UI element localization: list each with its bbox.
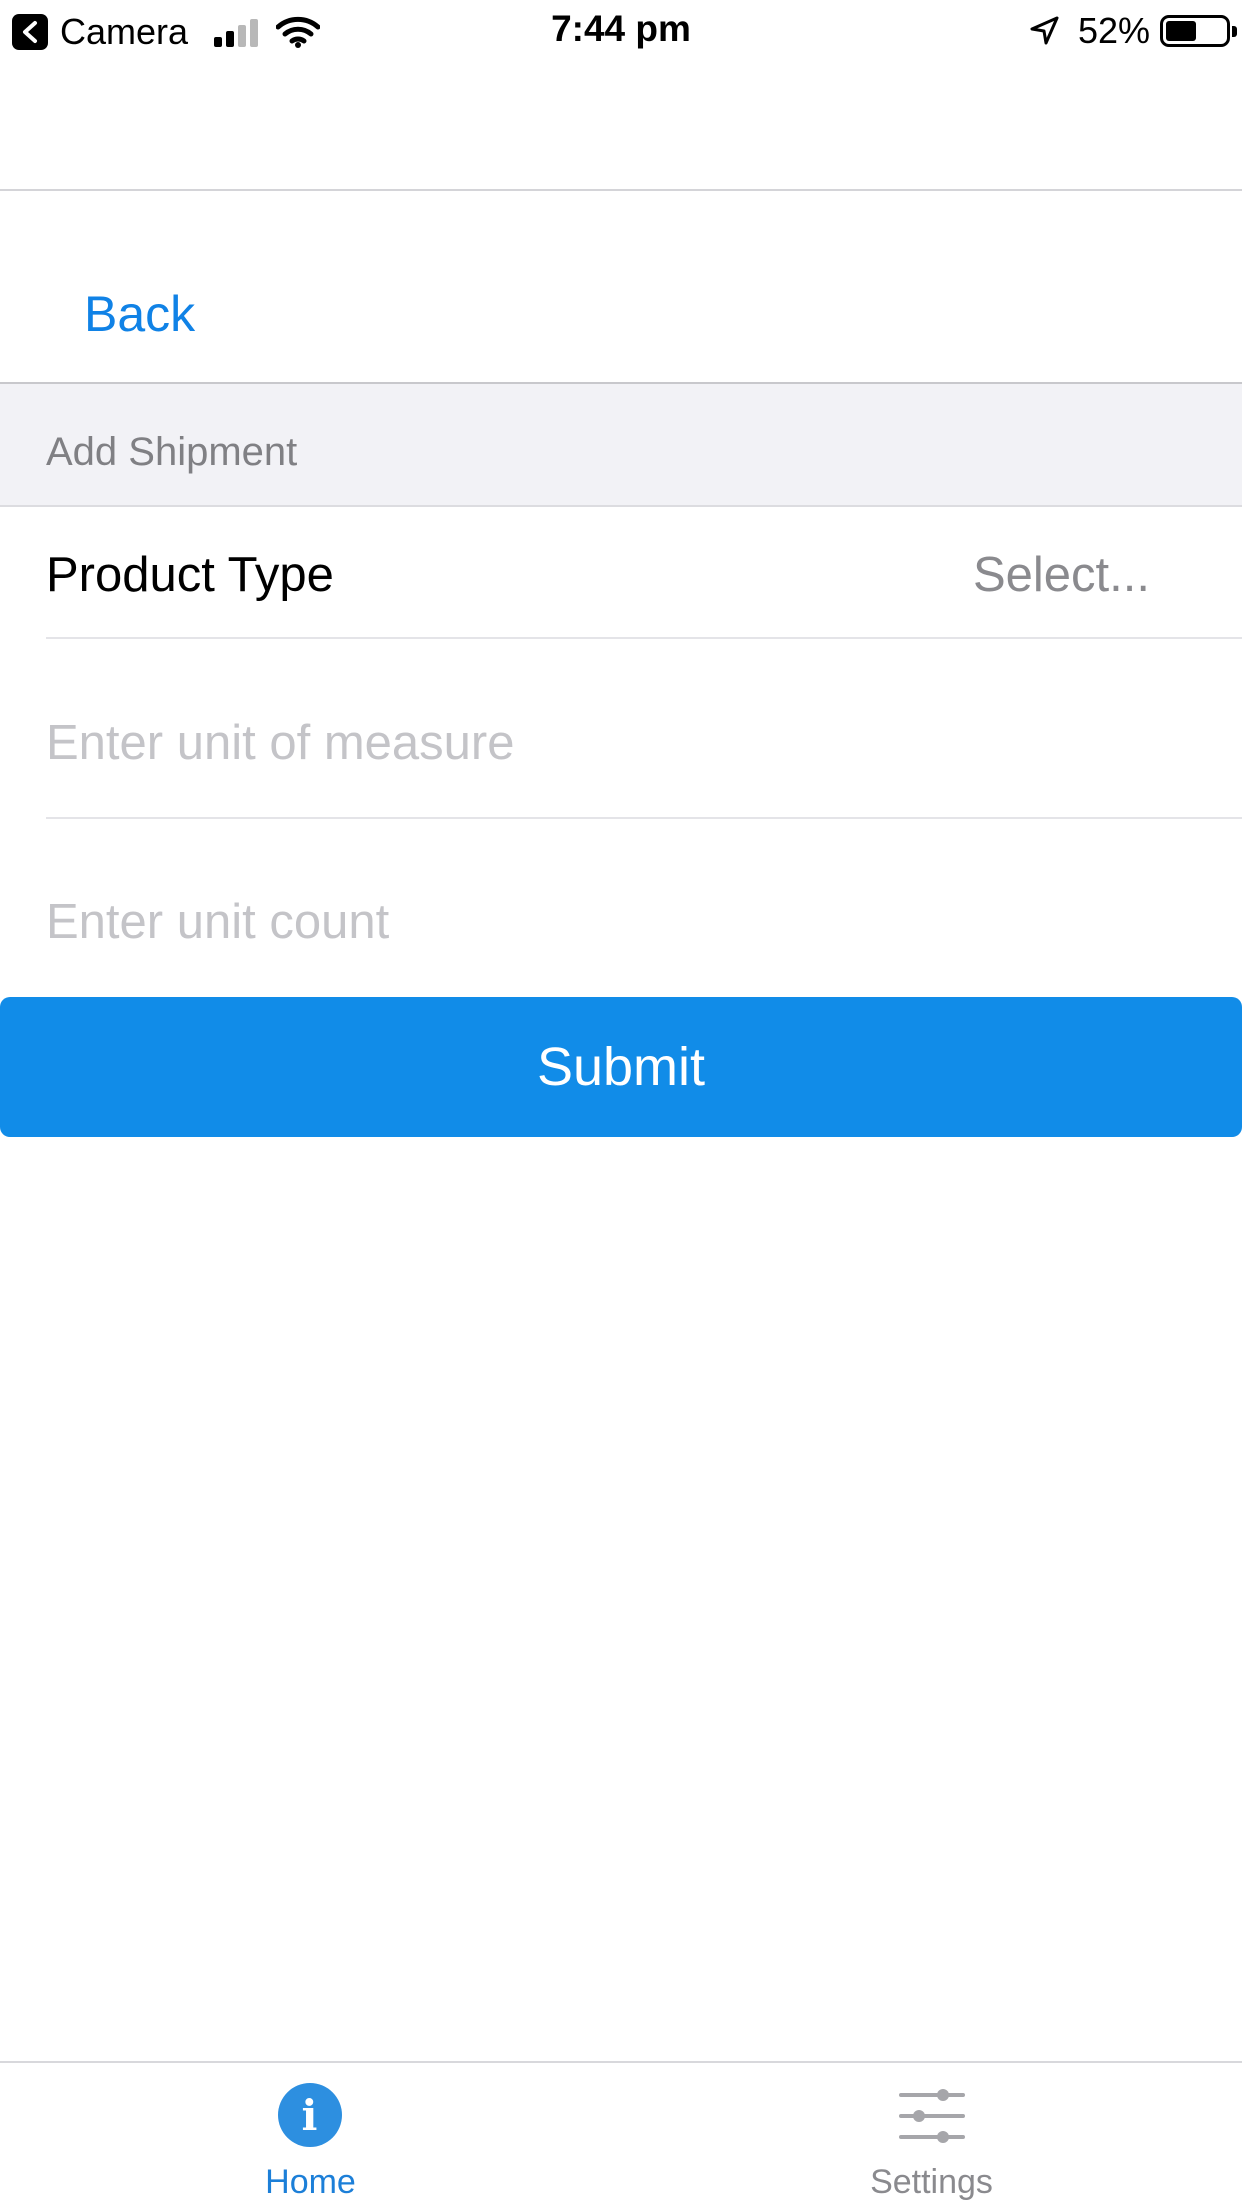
battery-cap	[1232, 26, 1237, 37]
product-type-row[interactable]: Product Type Select...	[0, 507, 1242, 639]
tab-settings[interactable]: Settings	[621, 2063, 1242, 2208]
row-divider	[46, 637, 1242, 639]
unit-of-measure-input[interactable]	[46, 713, 1196, 773]
tab-home-label: Home	[265, 2163, 356, 2201]
back-button[interactable]: Back	[84, 285, 195, 343]
status-right: 52%	[1028, 10, 1237, 52]
section-title: Add Shipment	[46, 430, 298, 474]
product-type-select[interactable]: Select...	[973, 547, 1150, 603]
sliders-icon	[898, 2083, 965, 2149]
submit-button[interactable]: Submit	[0, 997, 1242, 1137]
nav-divider	[0, 189, 1242, 191]
battery-icon	[1160, 15, 1237, 47]
battery-percent: 52%	[1077, 10, 1150, 51]
tab-bar: i Home Settings	[0, 2061, 1242, 2208]
status-bar: Camera 7:44 pm 52%	[0, 0, 1242, 62]
info-icon: i	[277, 2083, 344, 2149]
location-arrow-icon	[1030, 16, 1059, 45]
tab-home[interactable]: i Home	[0, 2063, 621, 2208]
battery-fill	[1166, 21, 1197, 41]
row-divider	[46, 817, 1242, 819]
product-type-label: Product Type	[46, 548, 334, 602]
unit-count-input[interactable]	[46, 892, 1196, 952]
section-header: Add Shipment	[0, 382, 1242, 507]
tab-settings-label: Settings	[870, 2163, 993, 2201]
